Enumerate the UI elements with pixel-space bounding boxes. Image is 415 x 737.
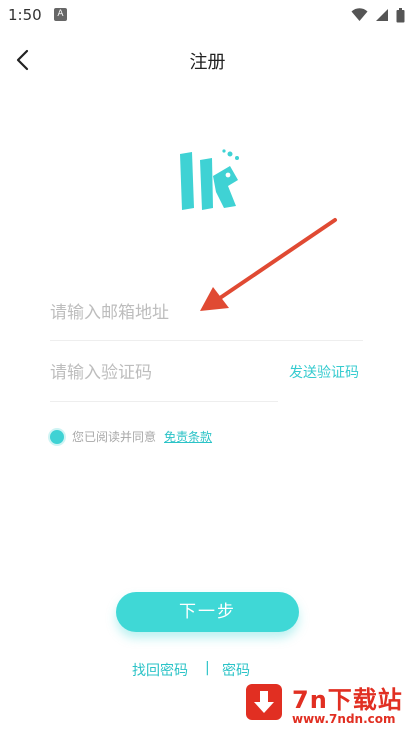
page-title: 注册 — [189, 52, 226, 73]
email-field-row — [50, 290, 363, 341]
agree-radio[interactable] — [50, 429, 64, 444]
download-icon — [246, 684, 282, 720]
next-button[interactable]: 下一步 — [116, 592, 299, 632]
notification-icon: A — [54, 8, 67, 21]
verification-code-input[interactable] — [50, 350, 270, 396]
code-underline — [50, 401, 278, 402]
code-field-row: 发送验证码 — [50, 350, 363, 402]
status-bar: 1:50 A — [0, 0, 415, 30]
status-time: 1:50 — [8, 6, 42, 24]
watermark-brand: 7n下载站 — [292, 686, 403, 714]
link-divider: | — [205, 660, 210, 676]
wifi-icon — [351, 8, 368, 21]
battery-icon — [396, 7, 405, 22]
forgot-password-link[interactable]: 找回密码 — [132, 660, 188, 680]
disclaimer-link[interactable]: 免责条款 — [164, 428, 212, 445]
agreement-text: 您已阅读并同意 — [72, 430, 157, 444]
app-logo — [180, 149, 239, 210]
signal-icon — [376, 9, 388, 21]
app-header: 注册 — [0, 38, 415, 82]
agreement-row: 您已阅读并同意 免责条款 — [50, 428, 212, 445]
email-input[interactable] — [50, 290, 350, 336]
watermark: 7n下载站 www.7ndn.com — [240, 678, 410, 734]
watermark-url: www.7ndn.com — [292, 712, 396, 726]
status-icons — [351, 6, 405, 24]
password-login-link[interactable]: 密码 — [222, 660, 250, 680]
send-code-button[interactable]: 发送验证码 — [289, 362, 359, 382]
